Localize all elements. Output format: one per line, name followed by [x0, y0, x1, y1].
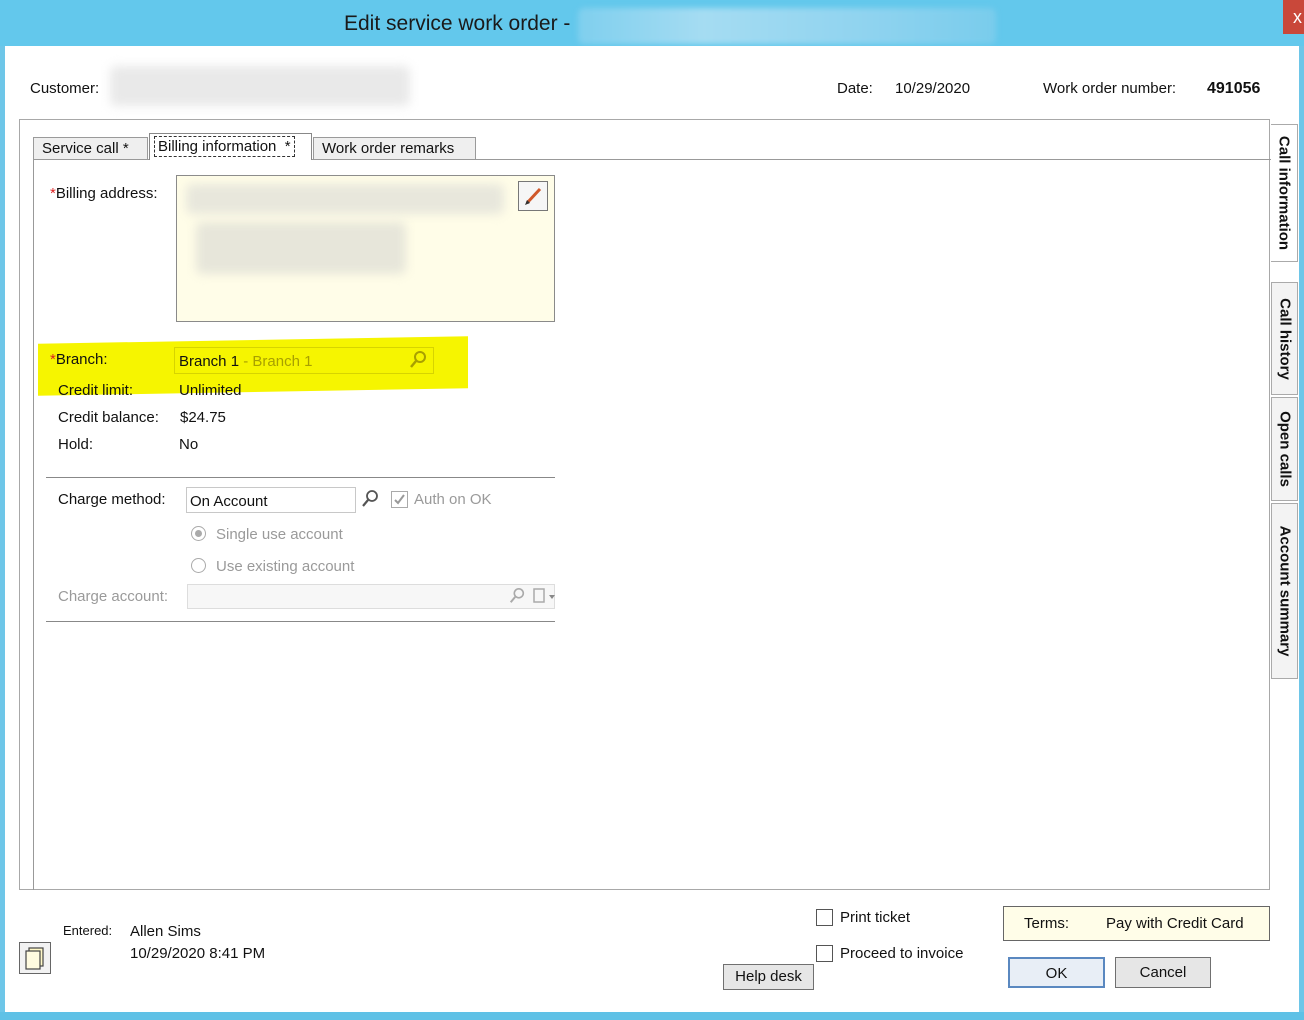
work-order-number-label: Work order number:	[1043, 80, 1177, 97]
terms-label: Terms:	[1024, 915, 1069, 932]
charge-account-input[interactable]	[187, 584, 555, 609]
section-divider	[46, 621, 555, 622]
credit-balance-value: $24.75	[180, 409, 226, 426]
proceed-to-invoice-checkbox[interactable]	[816, 945, 833, 962]
side-tab-account-summary[interactable]: Account summary	[1271, 503, 1298, 679]
branch-value: Branch 1 - Branch 1	[179, 353, 313, 370]
charge-method-value: On Account	[190, 493, 268, 510]
tab-label: Service call	[42, 140, 119, 157]
window-title: Edit service work order -	[344, 12, 571, 35]
branch-description: - Branch 1	[243, 353, 313, 370]
ok-button[interactable]: OK	[1008, 957, 1105, 988]
close-icon: x	[1293, 7, 1302, 27]
hold-label: Hold:	[58, 436, 94, 453]
side-tab-label: Call information	[1275, 135, 1293, 251]
tab-label: Billing information	[158, 138, 277, 155]
auth-on-ok-label: Auth on OK	[414, 491, 492, 508]
tab-billing-information[interactable]: Billing information *	[149, 133, 312, 160]
proceed-to-invoice-label: Proceed to invoice	[840, 945, 964, 962]
entered-label: Entered:	[63, 923, 113, 938]
terms-value: Pay with Credit Card	[1106, 915, 1244, 932]
entered-by: Allen Sims	[130, 923, 201, 940]
credit-limit-value: Unlimited	[179, 382, 242, 399]
side-tab-label: Account summary	[1276, 525, 1293, 657]
magnifier-icon[interactable]	[360, 489, 380, 509]
title-redacted	[578, 8, 996, 44]
credit-balance-label: Credit balance:	[58, 409, 159, 426]
edit-billing-address-button[interactable]	[518, 181, 548, 211]
cancel-button[interactable]: Cancel	[1115, 957, 1211, 988]
credit-limit-label: Credit limit:	[58, 382, 134, 399]
charge-account-label: Charge account:	[58, 588, 169, 605]
branch-label: *Branch:	[50, 351, 108, 368]
tab-work-order-remarks[interactable]: Work order remarks	[313, 137, 476, 159]
side-tab-call-history[interactable]: Call history	[1271, 282, 1298, 395]
magnifier-icon[interactable]	[408, 350, 428, 370]
modified-marker: *	[122, 140, 129, 157]
auth-on-ok-checkbox[interactable]	[391, 491, 408, 508]
section-divider	[46, 477, 555, 478]
help-desk-button[interactable]: Help desk	[723, 964, 814, 990]
close-button[interactable]: x	[1283, 0, 1304, 34]
billing-address-select-redacted	[186, 184, 504, 214]
customer-value-redacted	[110, 66, 410, 106]
use-existing-account-label: Use existing account	[216, 558, 355, 575]
account-dropdown-icon[interactable]	[532, 587, 558, 605]
date-value: 10/29/2020	[895, 80, 971, 97]
customer-label: Customer:	[30, 80, 100, 97]
notes-icon	[25, 947, 44, 970]
charge-method-label: Charge method:	[58, 491, 166, 508]
work-order-number-value: 491056	[1207, 80, 1261, 97]
print-ticket-checkbox[interactable]	[816, 909, 833, 926]
tab-label: Work order remarks	[322, 140, 455, 157]
use-existing-account-radio[interactable]	[191, 558, 206, 573]
side-tab-label: Open calls	[1276, 411, 1293, 487]
checkmark-icon	[394, 494, 405, 505]
single-use-account-radio[interactable]	[191, 526, 206, 541]
billing-address-label: *Billing address:	[50, 185, 158, 202]
hold-value: No	[179, 436, 199, 453]
billing-address-lines-redacted	[196, 222, 406, 274]
date-label: Date:	[837, 80, 873, 97]
entered-at: 10/29/2020 8:41 PM	[130, 945, 266, 962]
print-ticket-label: Print ticket	[840, 909, 911, 926]
notes-button[interactable]	[19, 942, 51, 974]
side-tab-call-information[interactable]: Call information	[1271, 124, 1298, 262]
pencil-icon	[525, 187, 542, 205]
side-tab-open-calls[interactable]: Open calls	[1271, 397, 1298, 501]
side-tab-label: Call history	[1276, 297, 1293, 380]
window-bottom-border	[0, 1012, 1304, 1020]
single-use-account-label: Single use account	[216, 526, 343, 543]
magnifier-icon[interactable]	[508, 587, 526, 605]
tab-service-call[interactable]: Service call *	[33, 137, 148, 159]
modified-marker: *	[284, 138, 291, 155]
